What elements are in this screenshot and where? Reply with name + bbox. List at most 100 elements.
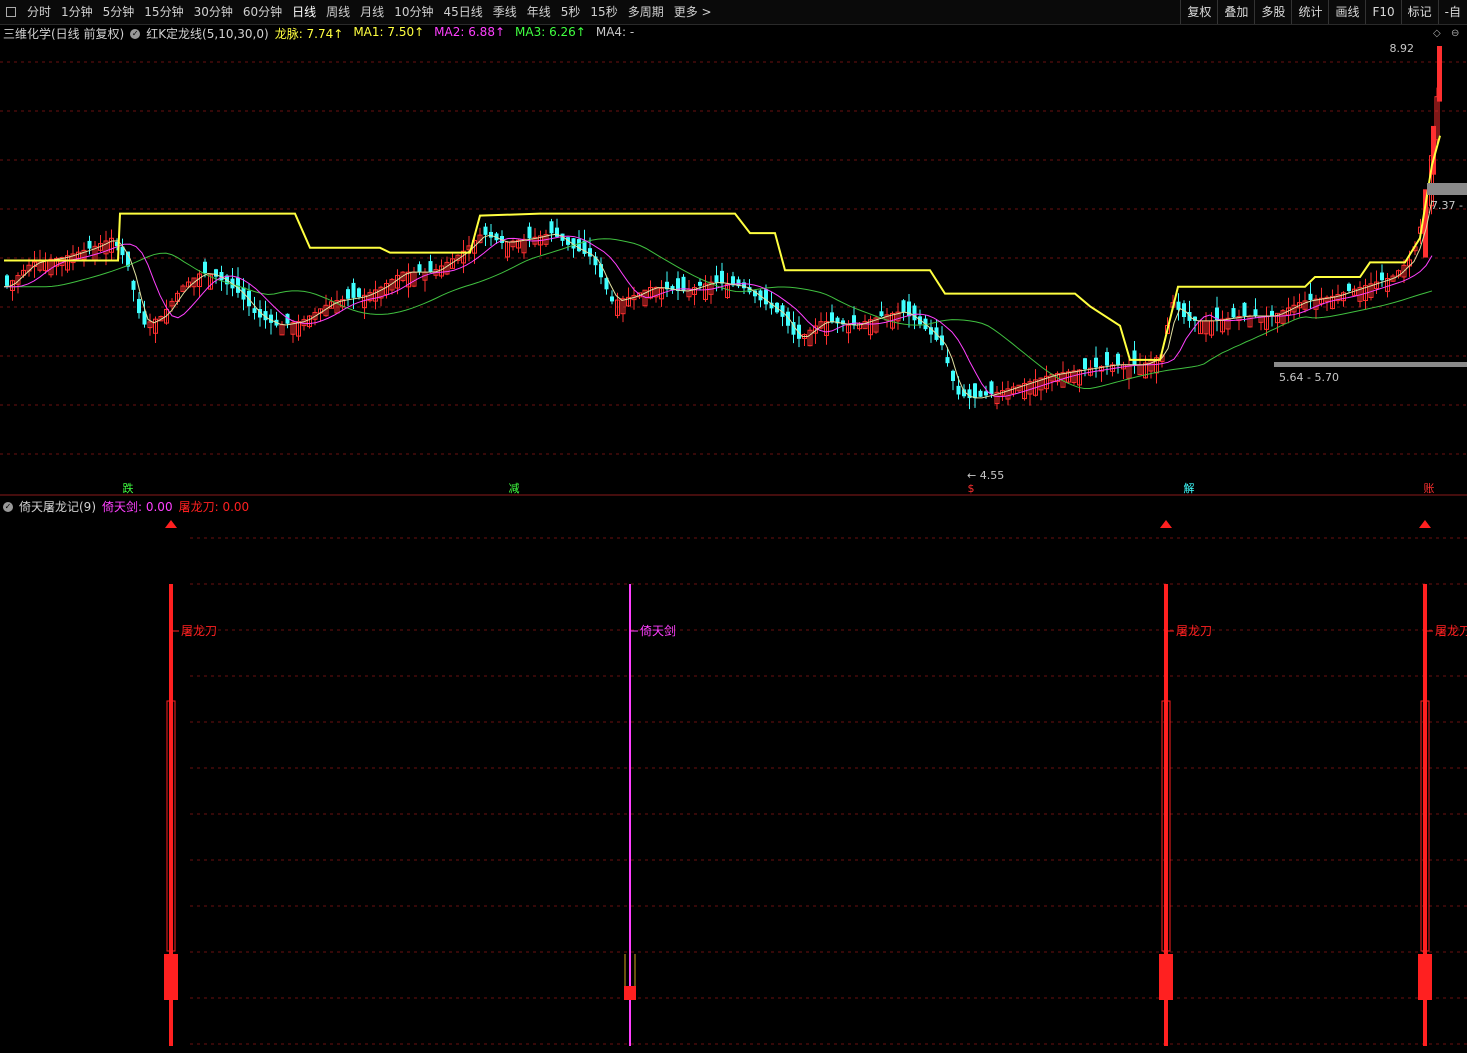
tool-button[interactable]: F10: [1365, 0, 1400, 24]
period-tab[interactable]: 10分钟: [389, 0, 438, 24]
candle-body: [252, 308, 257, 313]
signal-bar-body: [164, 954, 178, 1000]
candle-body: [879, 311, 884, 317]
period-tabs: 分时 1分钟 5分钟 15分钟 30分钟 60分钟 日线 周线 月线 10分钟 45日线 季线 年线 5秒…: [22, 0, 717, 24]
diamond-icon: ◇: [1433, 28, 1441, 39]
candle-body: [720, 270, 724, 284]
candles: [5, 46, 1442, 410]
candle-body: [1270, 310, 1274, 317]
candle-body: [346, 289, 350, 299]
signal-bar: 倚天剑: [624, 584, 676, 1046]
price-zone-label: 5.64 - 5.70: [1279, 371, 1339, 384]
candle-body: [483, 226, 488, 235]
candle-body: [912, 305, 917, 321]
candle-body: [978, 390, 983, 397]
candle-body: [1083, 358, 1087, 370]
period-tab[interactable]: 5分钟: [98, 0, 140, 24]
candle-body: [527, 226, 532, 239]
signal-bar-body: [1418, 954, 1432, 1000]
signal-bar: 屠龙刀: [164, 520, 217, 1046]
candle-body: [131, 280, 136, 290]
candle-body: [203, 261, 207, 274]
period-toolbar: 分时 1分钟 5分钟 15分钟 30分钟 60分钟 日线 周线 月线 10分钟 45日线 季线 年线 5秒…: [0, 0, 1467, 25]
period-tab[interactable]: 周线: [321, 0, 355, 24]
price-zone-label: 7.37 - 7: [1431, 199, 1467, 212]
candle-body: [1242, 302, 1247, 317]
candle-body: [830, 312, 834, 323]
tool-button[interactable]: 复权: [1180, 0, 1217, 24]
candle-body: [428, 261, 433, 273]
tool-button[interactable]: 画线: [1328, 0, 1365, 24]
up-arrow-icon: [165, 520, 177, 528]
signal-bar: 屠龙刀: [1418, 520, 1467, 1046]
period-tab[interactable]: 季线: [488, 0, 522, 24]
signal-mark: 跌: [123, 481, 134, 495]
signal-mark: 账: [1424, 482, 1435, 495]
period-tab[interactable]: 15分钟: [139, 0, 188, 24]
candle-body: [945, 357, 950, 364]
tool-button[interactable]: 统计: [1291, 0, 1328, 24]
period-tab[interactable]: 1分钟: [56, 0, 98, 24]
period-tab[interactable]: 15秒: [585, 0, 622, 24]
candle-body: [989, 381, 994, 395]
tool-button[interactable]: 多股: [1254, 0, 1291, 24]
candle-body: [588, 248, 592, 257]
period-tab[interactable]: 30分钟: [189, 0, 238, 24]
signal-bar: 屠龙刀: [1159, 520, 1212, 1046]
tool-button[interactable]: 叠加: [1217, 0, 1254, 24]
signal-bar-body: [624, 986, 636, 1000]
low-price-label: ← 4.55: [967, 469, 1004, 482]
high-price-label: 8.92: [1390, 42, 1415, 55]
period-tab[interactable]: 分时: [22, 0, 56, 24]
price-zone-bar: [1274, 362, 1467, 367]
candle-body: [5, 275, 9, 286]
candle-body: [1094, 357, 1098, 368]
candle-body: [1380, 272, 1384, 281]
signal-label: 屠龙刀: [181, 624, 217, 638]
candle-body: [137, 298, 141, 314]
period-tab[interactable]: 年线: [522, 0, 556, 24]
signal-label: 屠龙刀: [1176, 624, 1212, 638]
period-tab[interactable]: 更多 >: [669, 0, 717, 24]
candle-body: [351, 282, 356, 298]
candle-body: [951, 370, 955, 382]
window-toggle-icon[interactable]: [0, 1, 22, 23]
tool-button[interactable]: -自: [1437, 0, 1467, 24]
signal-label: 屠龙刀: [1435, 624, 1467, 638]
period-tab[interactable]: 45日线: [438, 0, 487, 24]
candle-body: [698, 281, 702, 286]
signal-bar-stem: [629, 584, 631, 1046]
candle-body: [1231, 308, 1236, 318]
tool-buttons: 复权 叠加 多股 统计 画线 F10 标记 -自: [1180, 0, 1467, 24]
signal-mark: 解: [1184, 481, 1195, 495]
candle-body: [87, 240, 92, 249]
candle-body: [549, 221, 554, 234]
candle-body: [956, 385, 961, 395]
up-arrow-icon: [1419, 520, 1431, 528]
candle-body: [901, 300, 906, 313]
signal-indicator-chart[interactable]: 屠龙刀 倚天剑 屠龙刀 屠龙刀: [0, 496, 1467, 1053]
period-tab[interactable]: 日线: [287, 0, 321, 24]
candle-body: [577, 239, 581, 252]
candle-body: [1253, 309, 1258, 317]
candlestick-chart[interactable]: 8.92 ◇ ⊖ ← 4.55 7.37 - 7 5.64 - 5.70 跌 减 $ 解 账: [0, 24, 1467, 496]
period-tab[interactable]: 60分钟: [238, 0, 287, 24]
candle-body: [1105, 352, 1109, 366]
candle-body: [357, 288, 361, 298]
candle-body: [714, 275, 719, 283]
candle-body: [1116, 353, 1120, 365]
candle-body: [1437, 46, 1442, 102]
signal-mark: 减: [509, 482, 520, 495]
period-tab[interactable]: 月线: [355, 0, 389, 24]
candle-body: [417, 264, 422, 273]
candle-body: [764, 289, 768, 305]
tool-button[interactable]: 标记: [1400, 0, 1438, 24]
up-arrow-icon: [1160, 520, 1172, 528]
period-tab[interactable]: 多周期: [623, 0, 669, 24]
signal-label: 倚天剑: [640, 623, 676, 638]
candle-body: [1132, 350, 1137, 365]
ma1-line: [3, 200, 1433, 399]
signal-mark: $: [968, 482, 975, 495]
period-tab[interactable]: 5秒: [556, 0, 586, 24]
candle-body: [610, 296, 614, 302]
